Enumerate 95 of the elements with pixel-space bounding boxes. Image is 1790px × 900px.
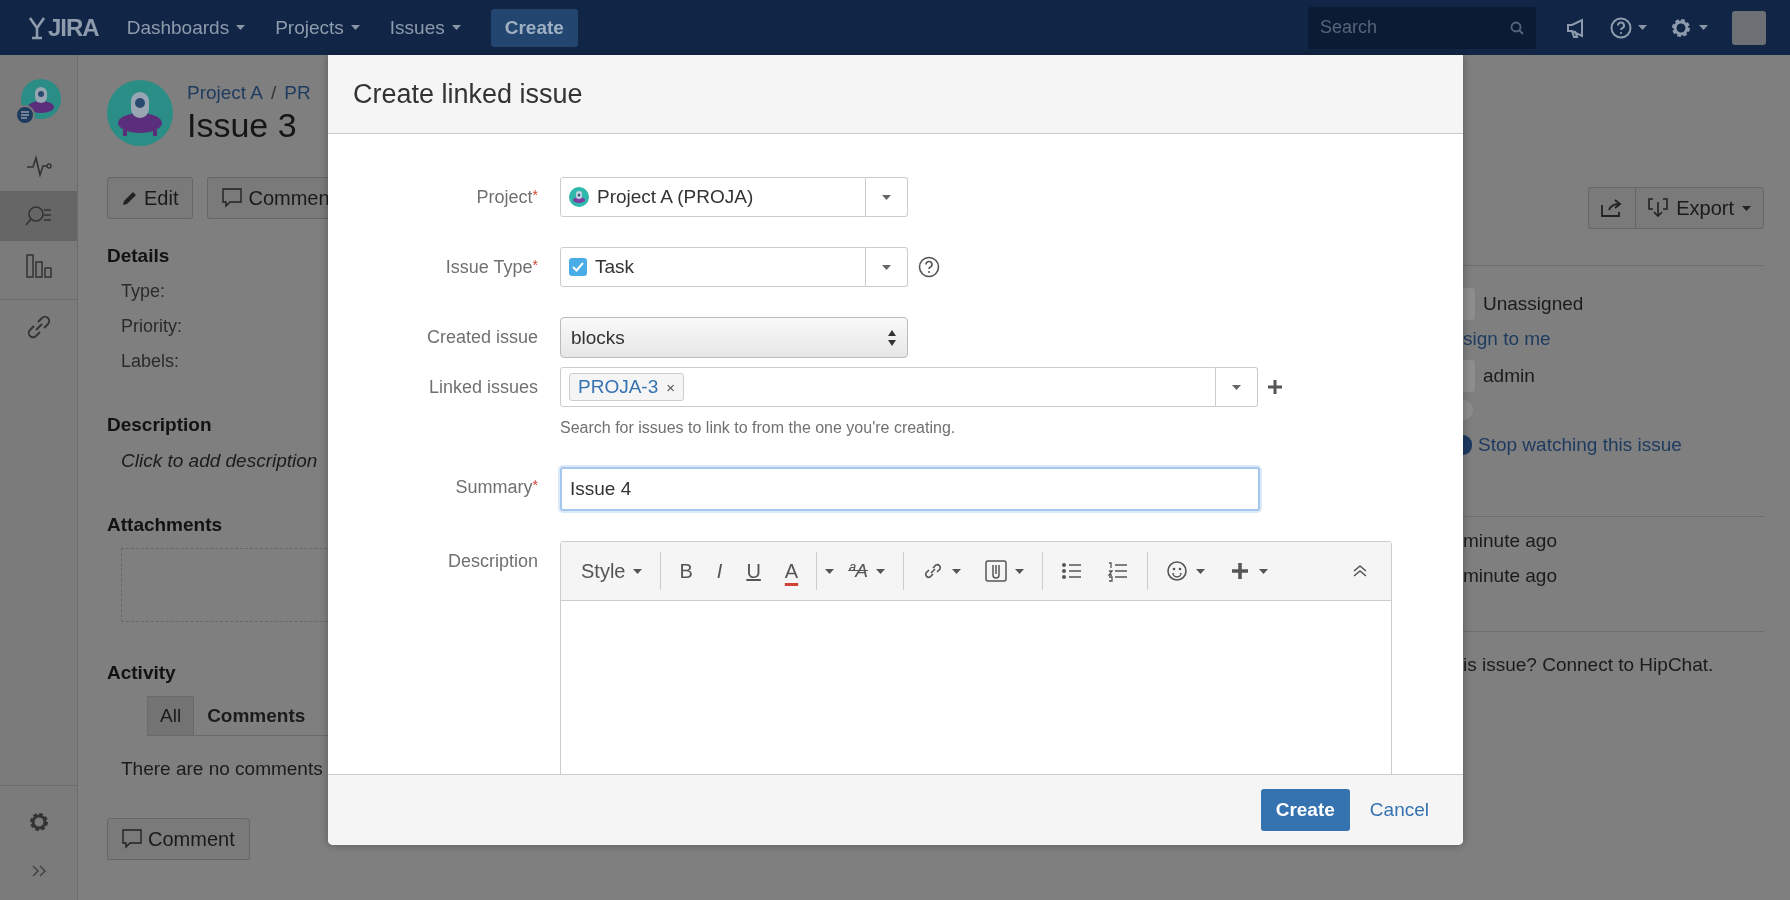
logo-text: JIRA <box>48 13 99 42</box>
nav-menu[interactable]: Dashboards <box>126 16 246 39</box>
help-icon[interactable] <box>918 256 940 278</box>
speech-bubble-icon <box>122 829 142 849</box>
caret-icon <box>882 264 891 270</box>
caret-icon <box>1638 25 1647 30</box>
dialog-title: Create linked issue <box>353 78 583 110</box>
create-button[interactable]: Create <box>490 8 578 47</box>
section-heading: Description <box>107 414 213 436</box>
project-avatar-icon <box>107 80 173 146</box>
activity-tab[interactable]: All <box>147 696 195 735</box>
double-chevron-right-icon[interactable] <box>30 864 47 878</box>
caret-icon <box>1258 568 1268 574</box>
breadcrumb-link[interactable]: PR <box>284 81 311 104</box>
select-field[interactable]: Project A (PROJA) <box>560 177 866 217</box>
caret-icon <box>1232 384 1241 390</box>
date-text: minute ago <box>1463 530 1558 552</box>
caret-icon <box>875 568 885 574</box>
select-field[interactable]: Task <box>560 247 866 287</box>
share-button[interactable] <box>1588 187 1636 229</box>
field-label: Issue Type* <box>444 256 538 278</box>
create-button[interactable]: Create <box>1260 789 1350 831</box>
caret-icon <box>951 568 961 574</box>
pulse-icon <box>25 155 52 177</box>
search-list-icon <box>24 205 53 227</box>
bold-button[interactable]: B <box>669 551 703 591</box>
checkbox-icon <box>569 258 587 276</box>
activity-tab[interactable]: Comments <box>194 696 319 735</box>
bullet-list-icon <box>1060 560 1083 582</box>
speech-bubble-icon <box>222 188 243 208</box>
remove-tag-button[interactable]: × <box>666 378 675 396</box>
style-dropdown[interactable]: Style <box>571 551 653 591</box>
paperclip-icon <box>984 560 1007 582</box>
date-text: minute ago <box>1463 565 1558 587</box>
bar-chart-icon <box>25 254 52 278</box>
cancel-link[interactable]: Cancel <box>1363 798 1435 822</box>
caret-icon <box>1195 568 1205 574</box>
empty-message: There are no comments <box>121 758 324 780</box>
reporter-name: admin <box>1483 365 1535 387</box>
download-icon <box>1648 198 1669 218</box>
hipchat-text: is issue? Connect to HipChat. <box>1463 654 1715 676</box>
search-icon <box>1510 20 1524 35</box>
section-heading: Attachments <box>107 514 224 536</box>
linked-issues-field[interactable]: PROJA-3 × <box>560 367 1216 407</box>
sidebar-item[interactable] <box>0 191 77 241</box>
field-hint: Search for issues to link to from the one you're creating. <box>560 419 957 437</box>
caret-icon <box>350 25 360 30</box>
caret-icon <box>633 568 643 574</box>
select-field[interactable]: blocks <box>560 317 908 358</box>
assignee-name: Unassigned <box>1483 293 1584 315</box>
section-heading: Activity <box>107 662 177 684</box>
nav-menu[interactable]: Projects <box>275 16 360 39</box>
nav-menu[interactable]: Issues <box>389 16 461 39</box>
section-heading: Details <box>107 245 171 267</box>
text-color-button[interactable]: A <box>774 551 809 591</box>
underline-button[interactable]: U <box>736 551 771 591</box>
export-button[interactable]: Export <box>1635 187 1764 229</box>
help-icon[interactable] <box>1610 16 1632 39</box>
plus-icon[interactable] <box>1268 380 1282 394</box>
user-avatar[interactable] <box>1732 10 1766 45</box>
numbered-list-icon <box>1106 560 1129 582</box>
breadcrumb-separator: / <box>271 81 277 104</box>
rich-text-editor[interactable]: Style B I U A ªA <box>560 541 1392 774</box>
field-label: Project* <box>475 186 538 208</box>
issue-tag[interactable]: PROJA-3 × <box>569 373 684 401</box>
text-effects-button[interactable]: ªA <box>838 551 895 591</box>
project-avatar-icon <box>569 187 589 207</box>
issue-title: Issue 3 <box>187 105 298 145</box>
field-label: Summary* <box>454 476 538 498</box>
breadcrumb-link[interactable]: Project A <box>187 81 264 104</box>
field-label: Linked issues <box>427 376 538 398</box>
caret-icon <box>236 25 246 30</box>
caret-icon <box>451 25 461 30</box>
field-label: Created issue <box>425 326 538 348</box>
field-label: Description <box>446 550 538 572</box>
italic-button[interactable]: I <box>706 551 733 591</box>
edit-button[interactable]: Edit <box>107 177 194 219</box>
search-field[interactable]: Search <box>1308 6 1536 49</box>
caret-icon <box>1014 568 1024 574</box>
pencil-icon <box>122 190 138 206</box>
field-label: Type: <box>121 281 167 302</box>
link-icon[interactable] <box>25 314 52 340</box>
share-icon <box>1601 199 1624 217</box>
logo-icon <box>28 15 46 40</box>
caret-icon <box>882 194 891 200</box>
field-label: Priority: <box>121 316 183 337</box>
caret-icon <box>825 568 835 574</box>
smiley-icon <box>1165 560 1188 582</box>
summary-field[interactable]: Issue 4 <box>560 467 1260 511</box>
stop-watching-link[interactable]: Stop watching this issue <box>1478 434 1682 456</box>
comment-button[interactable]: Comment <box>107 818 250 860</box>
assign-to-me-link[interactable]: sign to me <box>1463 328 1764 350</box>
caret-icon <box>1742 205 1751 211</box>
field-label: Labels: <box>121 351 181 372</box>
caret-icon <box>1699 25 1708 30</box>
